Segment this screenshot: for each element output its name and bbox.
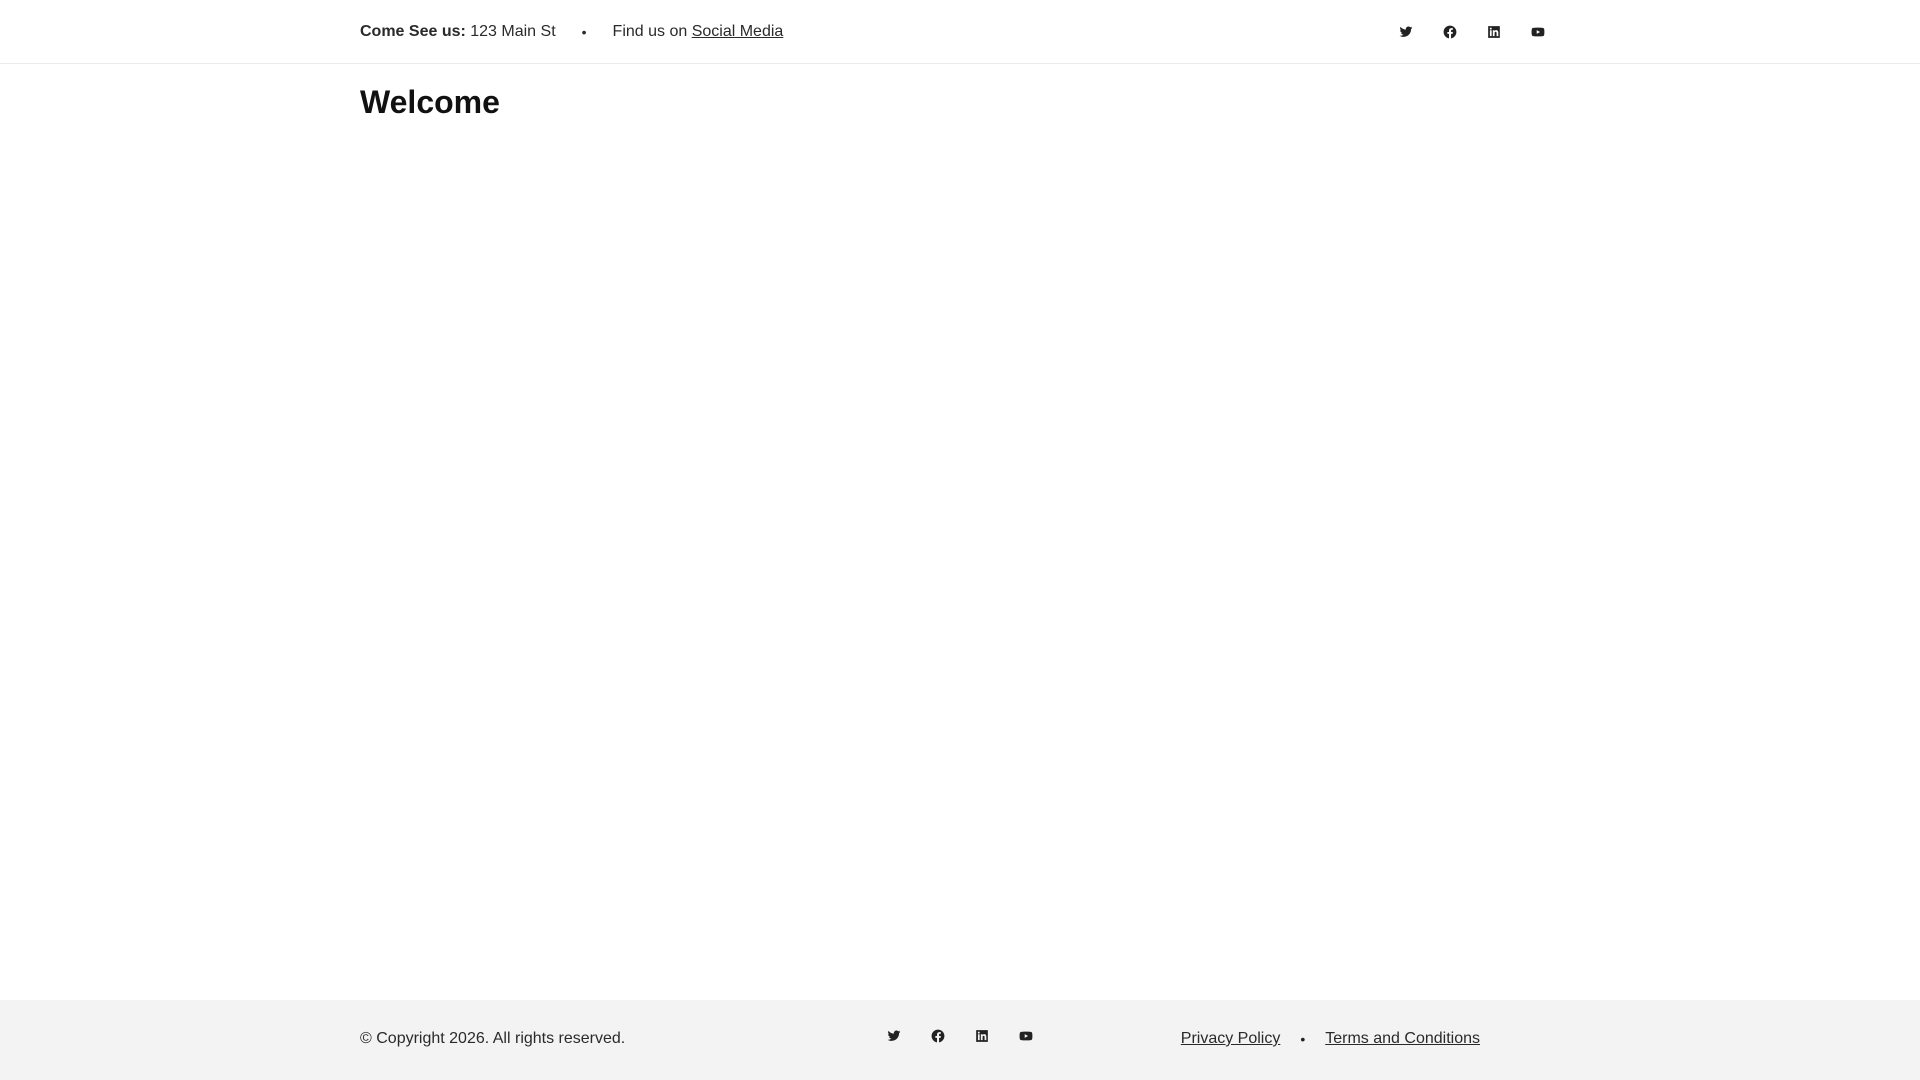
twitter-icon[interactable] (872, 1014, 916, 1058)
top-bar: Come See us: 123 Main St • Find us on So… (0, 0, 1920, 64)
header-social-icons (1384, 10, 1560, 54)
footer-links: Privacy Policy • Terms and Conditions (1181, 1030, 1480, 1048)
linkedin-icon[interactable] (1472, 10, 1516, 54)
footer: © Copyright 2026. All rights reserved. P… (0, 1000, 1920, 1080)
copyright-text: © Copyright 2026. All rights reserved. (360, 1030, 626, 1047)
footer-social-icons (872, 1014, 1048, 1058)
social-media-link[interactable]: Social Media (692, 23, 784, 41)
youtube-icon[interactable] (1516, 10, 1560, 54)
privacy-policy-link[interactable]: Privacy Policy (1181, 1030, 1281, 1048)
separator-dot: • (581, 24, 587, 40)
top-bar-inner: Come See us: 123 Main St • Find us on So… (360, 0, 1560, 64)
youtube-icon[interactable] (1004, 1014, 1048, 1058)
page: Come See us: 123 Main St • Find us on So… (0, 0, 1920, 1080)
main-content: Welcome (360, 80, 1560, 124)
footer-inner: © Copyright 2026. All rights reserved. P… (360, 1000, 1480, 1080)
terms-link[interactable]: Terms and Conditions (1325, 1030, 1480, 1048)
twitter-icon[interactable] (1384, 10, 1428, 54)
linkedin-icon[interactable] (960, 1014, 1004, 1058)
facebook-icon[interactable] (1428, 10, 1472, 54)
contact-info: Come See us: 123 Main St • Find us on So… (360, 23, 783, 41)
find-us-text: Find us on (612, 23, 692, 40)
separator-dot: • (1300, 1031, 1306, 1047)
page-title: Welcome (360, 84, 500, 120)
facebook-icon[interactable] (916, 1014, 960, 1058)
address-value: 123 Main St (465, 23, 556, 40)
address-label: Come See us: (360, 23, 466, 40)
